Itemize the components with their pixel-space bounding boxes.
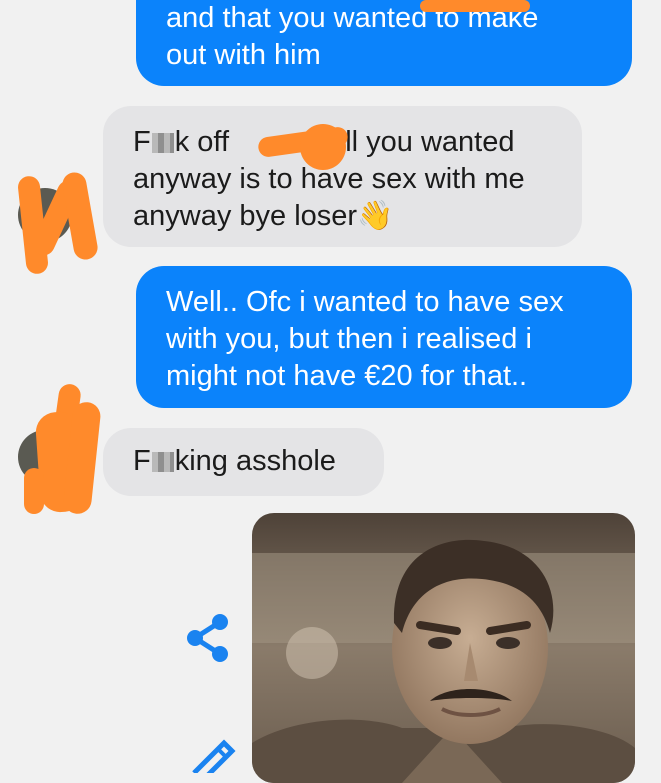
pencil-icon [192,739,236,783]
message-text-fragment: F [133,126,151,158]
image-message[interactable] [252,513,635,783]
message-text-line: anyway is to have sex with me [133,163,525,195]
message-text-line: with you, but then i realised i [166,323,532,355]
portrait-photo [252,513,635,783]
share-icon [187,614,228,662]
redaction-scribble [420,0,530,12]
edit-button[interactable] [176,730,236,783]
incoming-message-bubble[interactable]: Fk off all you wanted anyway is to have … [103,106,582,247]
redaction-scribble [300,124,346,170]
message-text-line: out with him [166,39,321,71]
message-text-line: anyway bye loser👋 [133,198,582,235]
incoming-message-bubble[interactable]: Fking asshole [103,428,384,496]
message-text-line: Fk off all you wanted [133,124,582,161]
redaction-scribble [24,468,44,514]
message-text-line: and that you wanted to make [166,2,539,34]
message-text-fragment: king asshole [174,445,336,477]
censored-letters [151,133,174,153]
outgoing-message-bubble[interactable]: Well.. Ofc i wanted to have sex with you… [136,266,632,408]
share-button[interactable] [180,608,236,668]
message-text-fragment: anyway bye loser [133,200,358,232]
message-text-fragment: all you wanted [329,126,515,158]
outgoing-message-bubble[interactable]: and that you wanted to make out with him [136,0,632,86]
message-text-fragment: k off [174,126,238,158]
message-text-line: Fking asshole [133,443,384,480]
message-text-fragment: F [133,445,151,477]
message-text-line: might not have €20 for that.. [166,360,528,392]
waving-hand-emoji: 👋 [357,200,394,232]
message-text-line: Well.. Ofc i wanted to have sex [166,286,564,318]
censored-letters [151,452,174,472]
